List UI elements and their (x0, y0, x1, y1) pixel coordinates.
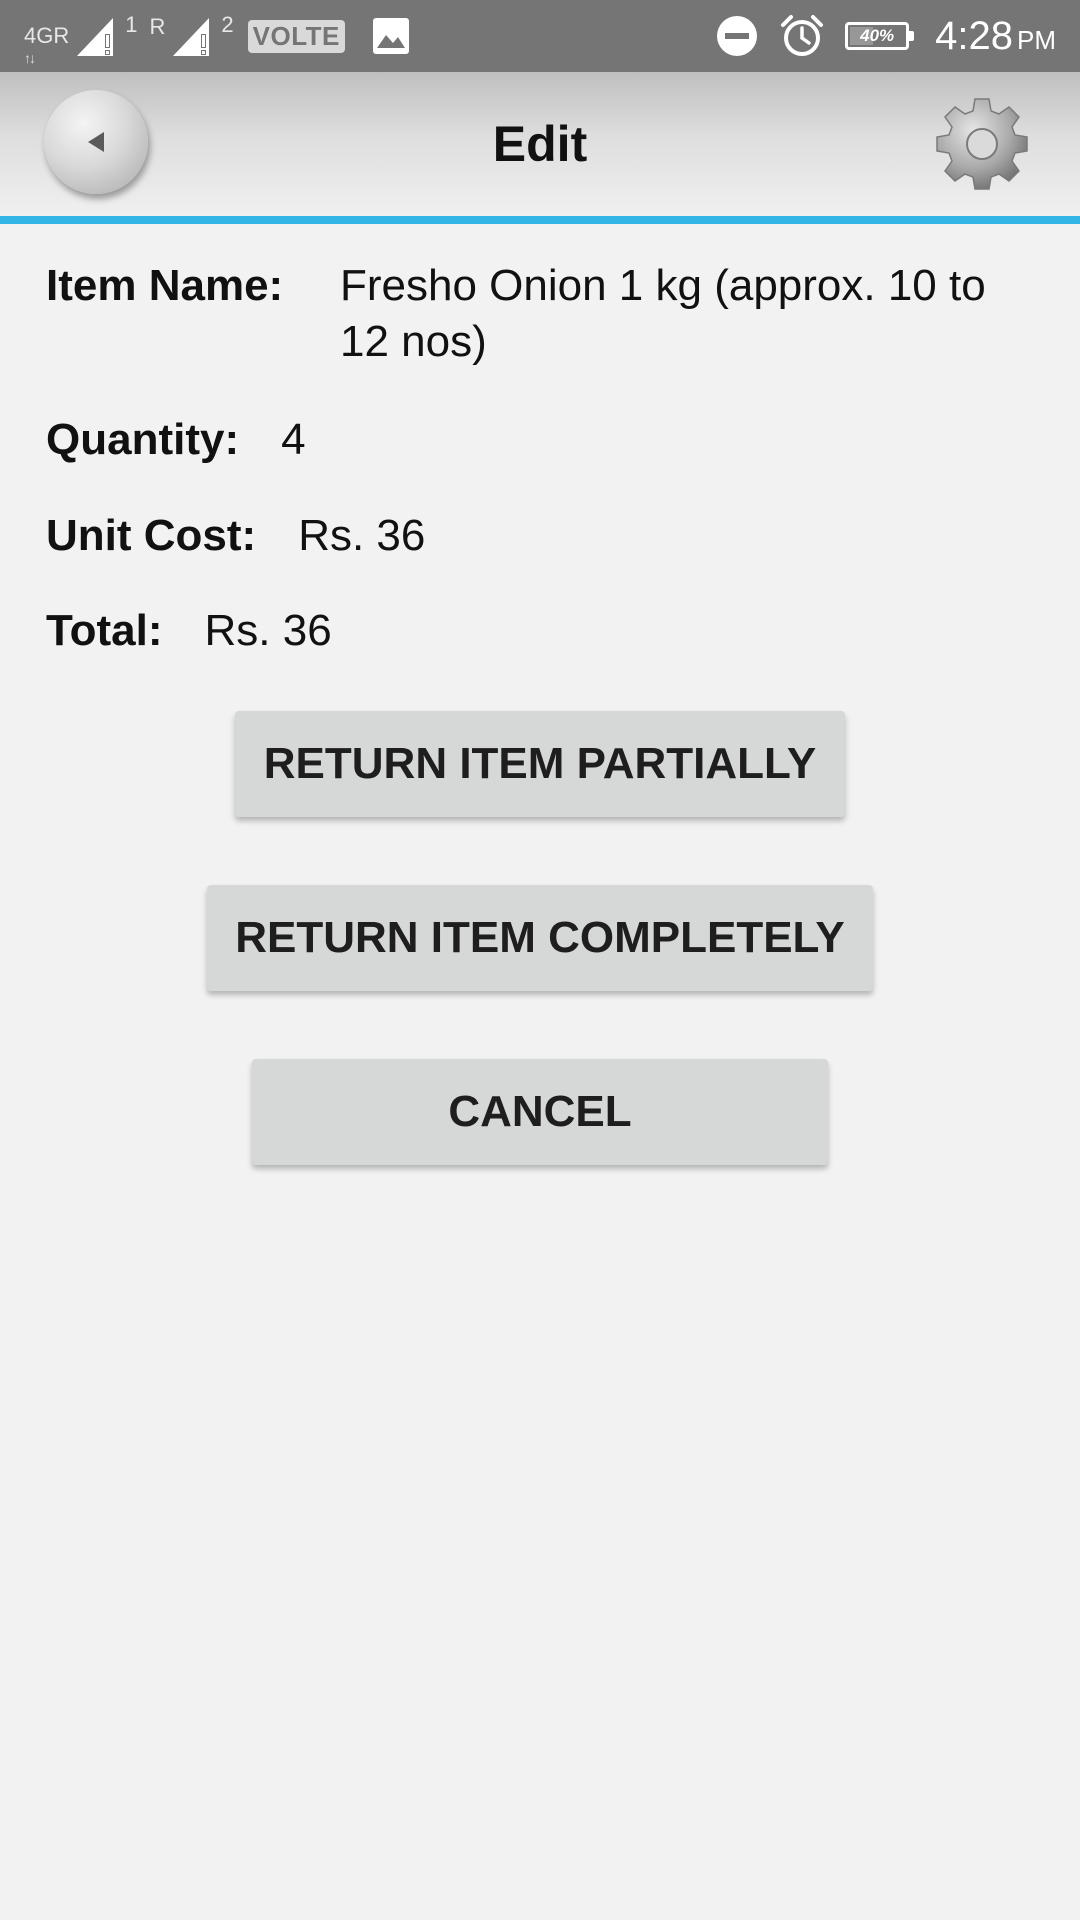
status-bar: 4GR ↑↓ 1 R 2 VOLTE 40% 4:28 PM (0, 0, 1080, 72)
title-accent-line (0, 216, 1080, 224)
clock-ampm: PM (1017, 24, 1056, 55)
alarm-icon (781, 15, 824, 56)
network-type-indicator: 4GR ↑↓ (24, 23, 70, 66)
back-arrow-icon (88, 132, 104, 152)
settings-button[interactable] (930, 92, 1034, 196)
item-name-label: Item Name: (46, 261, 284, 310)
total-row: Total: Rs. 36 (46, 603, 332, 659)
total-label: Total: (46, 606, 163, 655)
unit-cost-label: Unit Cost: (46, 511, 257, 560)
gallery-icon (372, 18, 409, 54)
do-not-disturb-icon (717, 16, 758, 56)
title-bar: Edit (0, 72, 1080, 216)
unit-cost-value: Rs. 36 (298, 511, 426, 560)
clock-time: 4:28 (935, 13, 1013, 58)
quantity-row: Quantity: 4 (46, 412, 306, 468)
unit-cost-row: Unit Cost: Rs. 36 (46, 508, 425, 564)
data-activity-arrows: ↑↓ (24, 50, 36, 66)
back-button[interactable] (44, 90, 148, 194)
sim1-label: 1 (125, 12, 138, 37)
sim2-label: 2 (221, 12, 234, 37)
signal-icon (77, 18, 114, 56)
item-name-row: Item Name: Fresho Onion 1 kg (approx. 10… (46, 258, 1046, 370)
edit-screen: 4GR ↑↓ 1 R 2 VOLTE 40% 4:28 PM Edit Item… (0, 0, 1080, 1920)
total-value: Rs. 36 (204, 606, 332, 655)
battery-icon: 40% (845, 22, 915, 50)
quantity-label: Quantity: (46, 415, 240, 464)
item-name-value: Fresho Onion 1 kg (approx. 10 to 12 nos) (340, 261, 986, 366)
sim2-roaming-label: R (149, 14, 166, 39)
network-type-label: 4G (24, 23, 54, 48)
signal-icon (173, 18, 210, 56)
return-item-partially-button[interactable]: RETURN ITEM PARTIALLY (235, 711, 845, 817)
clock: 4:28 PM (935, 14, 1056, 59)
cancel-button[interactable]: CANCEL (252, 1059, 828, 1165)
quantity-value: 4 (281, 415, 306, 464)
gear-icon (936, 98, 1028, 190)
status-bar-left: 4GR ↑↓ 1 R 2 VOLTE (24, 0, 411, 72)
volte-badge: VOLTE (247, 19, 345, 53)
battery-percent: 40% (860, 26, 895, 45)
page-title: Edit (492, 116, 588, 172)
return-item-completely-button[interactable]: RETURN ITEM COMPLETELY (207, 885, 873, 991)
network-roaming-label: R (53, 23, 70, 48)
status-bar-right: 40% 4:28 PM (715, 0, 1056, 72)
